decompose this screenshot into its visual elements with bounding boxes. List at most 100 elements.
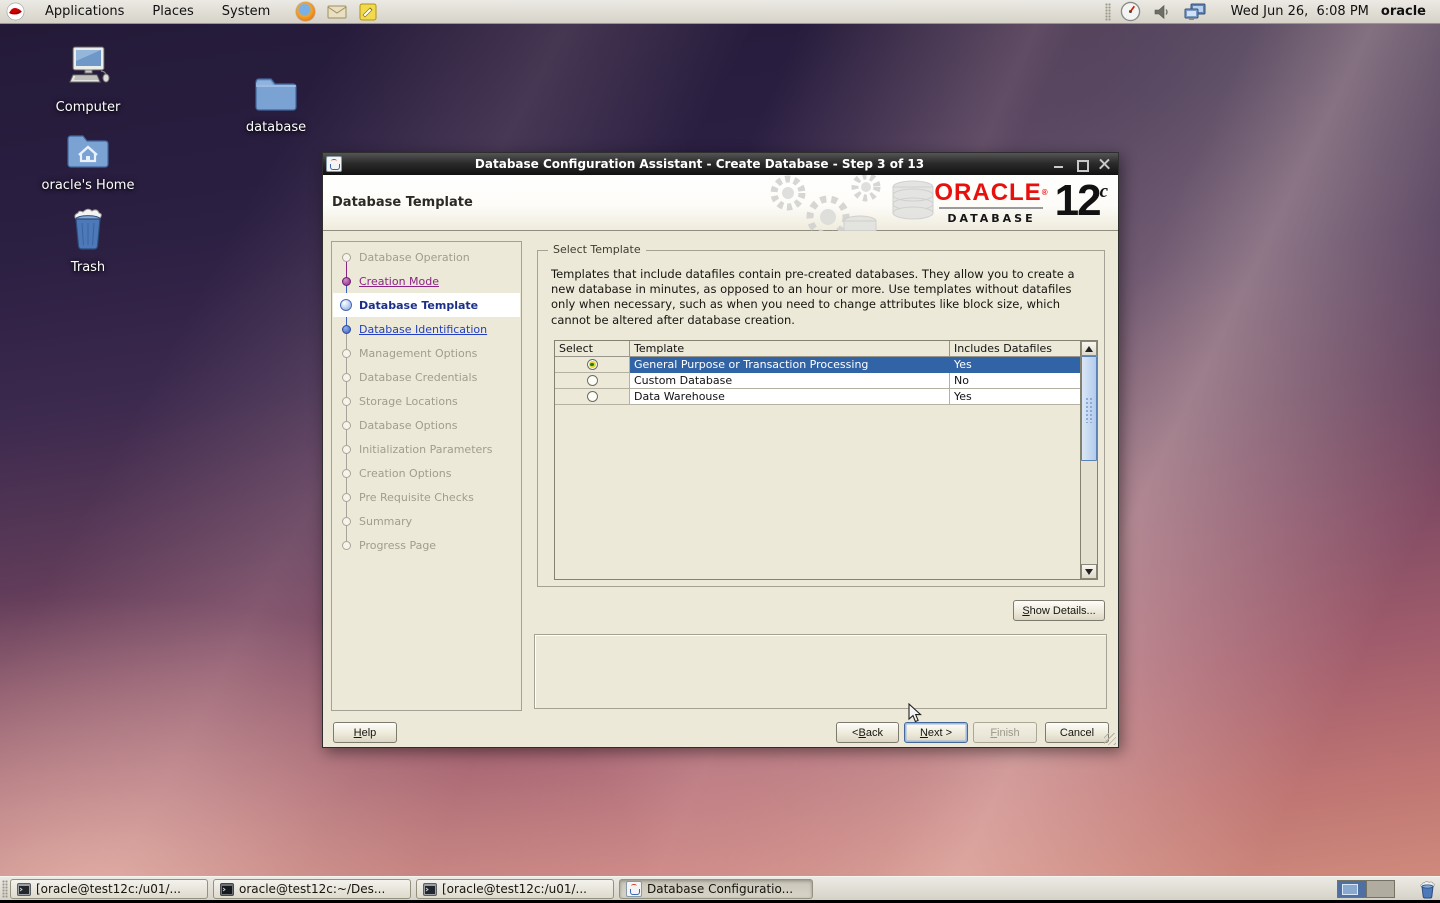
cell-includes-datafiles[interactable]: No [950, 373, 1080, 389]
desktop-icon-label: database [245, 120, 307, 135]
table-scrollbar[interactable] [1080, 341, 1097, 579]
panel-grip[interactable] [2, 879, 8, 898]
page-title: Database Template [332, 195, 473, 210]
wizard-step-storage-locations: Storage Locations [333, 389, 520, 413]
browser-launcher-icon[interactable] [296, 2, 316, 21]
maximize-button[interactable] [1076, 159, 1089, 172]
show-details-button[interactable]: Show Details... [1013, 600, 1105, 621]
step-label: Management Options [359, 346, 478, 360]
cell-template[interactable]: Data Warehouse [630, 389, 950, 405]
back-button[interactable]: < Back [836, 722, 899, 743]
network-displays-icon[interactable] [1183, 2, 1207, 22]
wizard-step-creation-mode[interactable]: Creation Mode [333, 269, 520, 293]
step-label: Database Credentials [359, 370, 478, 384]
help-button[interactable]: Help [333, 722, 397, 743]
window-titlebar[interactable]: Database Configuration Assistant - Creat… [323, 153, 1118, 175]
step-label: Database Operation [359, 250, 470, 264]
wizard-step-summary: Summary [333, 509, 520, 533]
taskbar-panel: [oracle@test12c:/u01/... oracle@test12c:… [0, 876, 1440, 900]
folder-icon [255, 78, 297, 111]
scroll-down-button[interactable] [1081, 564, 1097, 579]
step-label: Creation Mode [359, 274, 440, 288]
workspace-1[interactable] [1338, 881, 1366, 897]
close-button[interactable] [1099, 159, 1110, 170]
mouse-cursor [908, 703, 922, 723]
desktop-icon-home[interactable]: oracle's Home [28, 128, 148, 193]
finish-button: Finish [973, 722, 1037, 743]
trash-icon [74, 208, 102, 250]
scrollbar-track[interactable] [1081, 461, 1097, 564]
scrollbar-thumb[interactable] [1081, 356, 1097, 461]
computer-icon [69, 46, 110, 83]
message-area [534, 634, 1107, 709]
template-table: Select Template Includes Datafiles Gener… [554, 340, 1098, 580]
volume-icon[interactable] [1153, 3, 1171, 21]
notes-launcher-icon[interactable] [359, 3, 377, 21]
step-label: Initialization Parameters [359, 442, 493, 456]
window-resize-grip[interactable] [1104, 733, 1116, 745]
desktop-icon-database-folder[interactable]: database [216, 72, 336, 135]
minimize-button[interactable] [1053, 159, 1064, 170]
mail-launcher-icon[interactable] [327, 4, 347, 20]
radio-unselected[interactable] [586, 391, 598, 402]
next-button[interactable]: Next > [904, 722, 968, 743]
step-label: Database Identification [359, 322, 488, 336]
step-dot [342, 324, 351, 334]
desktop-icon-label: Computer [55, 100, 121, 115]
cell-template[interactable]: Custom Database [630, 373, 950, 389]
step-dot [342, 540, 351, 550]
desktop-icon-computer[interactable]: Computer [28, 44, 148, 115]
wizard-step-creation-options: Creation Options [333, 461, 520, 485]
table-empty-area [555, 405, 1080, 579]
taskbar-trash-icon[interactable] [1418, 879, 1437, 903]
java-app-icon [326, 156, 342, 172]
user-menu[interactable]: oracle [1381, 4, 1426, 19]
radio-unselected[interactable] [586, 375, 598, 386]
wizard-step-progress-page: Progress Page [333, 533, 520, 557]
wizard-step-pre-requisite-checks: Pre Requisite Checks [333, 485, 520, 509]
wizard-step-database-template[interactable]: Database Template [333, 293, 520, 317]
home-folder-icon [67, 135, 109, 168]
clock[interactable]: Wed Jun 26, 6:08 PM [1231, 4, 1369, 19]
taskbar-item-label: Database Configuratio... [647, 882, 794, 896]
taskbar-item-dbca[interactable]: Database Configuratio... [619, 879, 813, 899]
cell-includes-datafiles[interactable]: Yes [950, 357, 1080, 373]
table-row-data-warehouse[interactable]: Data Warehouse Yes [555, 389, 1080, 405]
column-header-includes-datafiles[interactable]: Includes Datafiles [950, 341, 1080, 357]
step-dot [342, 468, 351, 478]
desktop-icon-label: Trash [70, 260, 106, 275]
wizard-banner: Database Template ORACLE® DATABASE 12 c [323, 175, 1118, 231]
desktop-icon-trash[interactable]: Trash [28, 204, 148, 275]
scroll-up-button[interactable] [1081, 341, 1097, 356]
step-dot [342, 276, 351, 286]
cell-includes-datafiles[interactable]: Yes [950, 389, 1080, 405]
taskbar-item-terminal-3[interactable]: [oracle@test12c:/u01/... [416, 879, 614, 899]
step-dot [342, 372, 351, 382]
cell-template[interactable]: General Purpose or Transaction Processin… [630, 357, 950, 373]
panel-grip[interactable] [1104, 2, 1111, 21]
column-header-select[interactable]: Select [555, 341, 630, 357]
taskbar-item-terminal-2[interactable]: oracle@test12c:~/Des... [213, 879, 411, 899]
step-dot [342, 252, 351, 262]
menu-applications[interactable]: Applications [45, 4, 124, 19]
terminal-icon [17, 882, 31, 896]
cancel-button[interactable]: Cancel [1045, 722, 1109, 743]
wizard-step-database-identification[interactable]: Database Identification [333, 317, 520, 341]
dbca-wizard-window: Database Configuration Assistant - Creat… [322, 152, 1119, 748]
wizard-step-database-operation: Database Operation [333, 245, 520, 269]
table-row-custom-database[interactable]: Custom Database No [555, 373, 1080, 389]
step-label: Summary [359, 514, 413, 528]
workspace-switcher[interactable] [1337, 880, 1395, 898]
table-row-general-purpose[interactable]: General Purpose or Transaction Processin… [555, 357, 1080, 373]
desktop-icon-label: oracle's Home [41, 178, 135, 193]
system-monitor-icon[interactable] [1120, 1, 1141, 22]
column-header-template[interactable]: Template [630, 341, 950, 357]
menu-places[interactable]: Places [152, 4, 193, 19]
distro-menu-icon[interactable] [6, 2, 25, 21]
step-dot [342, 516, 351, 526]
radio-selected[interactable] [586, 359, 598, 370]
menu-system[interactable]: System [222, 4, 270, 19]
taskbar-item-terminal-1[interactable]: [oracle@test12c:/u01/... [10, 879, 208, 899]
workspace-2[interactable] [1366, 881, 1394, 897]
wizard-step-database-options: Database Options [333, 413, 520, 437]
